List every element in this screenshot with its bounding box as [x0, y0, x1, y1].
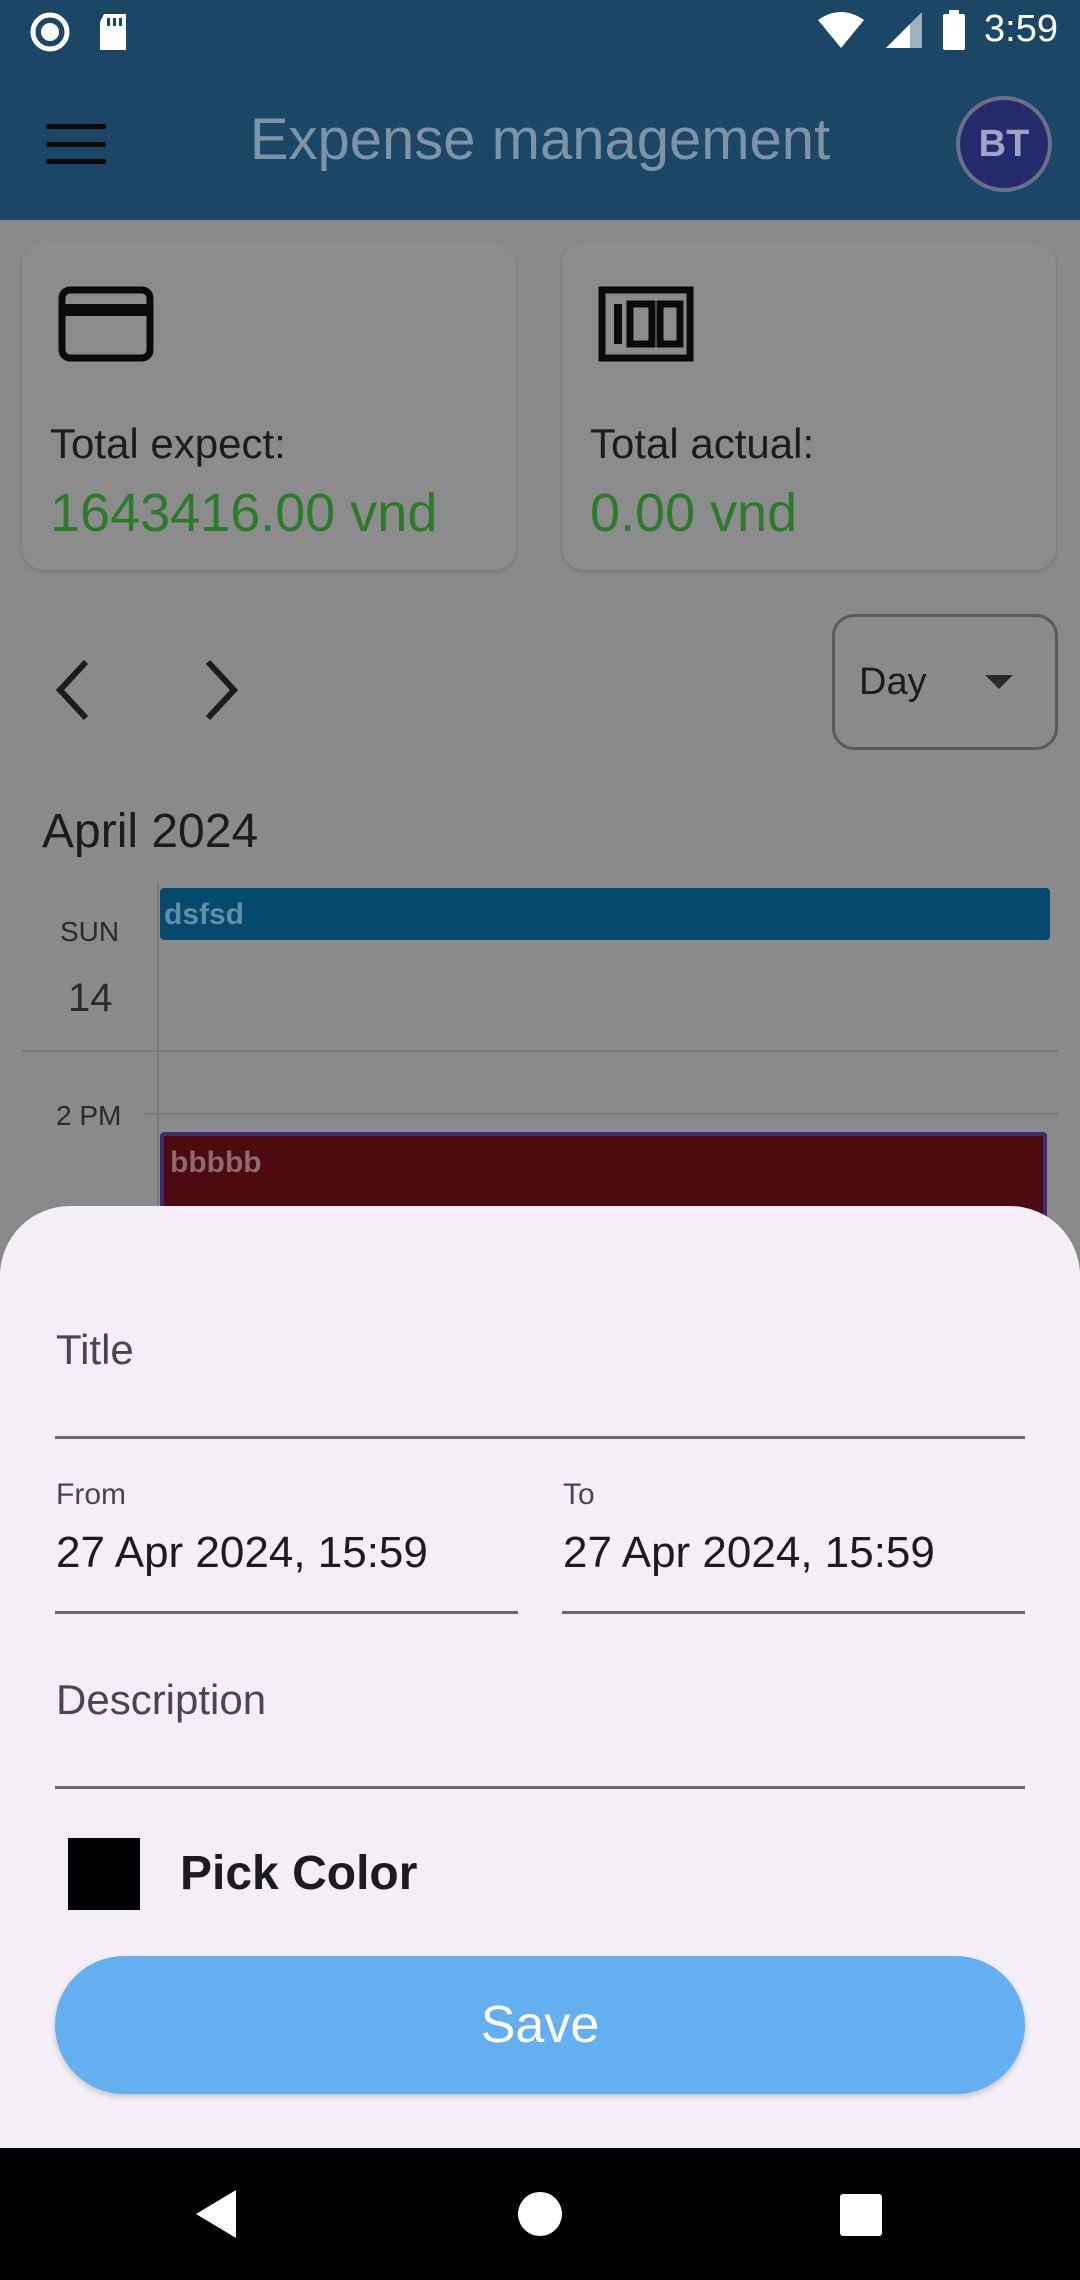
- total-actual-value: 0.00 vnd: [590, 483, 798, 543]
- month-label: April 2024: [42, 805, 259, 858]
- calendar-divider: [157, 882, 159, 1212]
- calendar-row-divider: [22, 1050, 1058, 1052]
- calendar-event[interactable]: dsfsd: [160, 888, 1050, 940]
- clock: 3:59: [984, 8, 1058, 50]
- from-field[interactable]: 27 Apr 2024, 15:59: [56, 1528, 428, 1578]
- day-name: SUN: [60, 916, 120, 947]
- color-swatch[interactable]: [68, 1838, 140, 1910]
- home-icon[interactable]: [518, 2192, 562, 2236]
- description-field[interactable]: Description: [56, 1676, 266, 1724]
- hundred-icon: [598, 286, 694, 362]
- system-nav-bar: [0, 2148, 1080, 2280]
- chevron-right-icon[interactable]: [190, 650, 250, 730]
- total-actual-label: Total actual:: [590, 420, 815, 467]
- hour-gridline: [144, 1113, 1058, 1115]
- avatar[interactable]: BT: [956, 96, 1052, 192]
- title-field[interactable]: Title: [56, 1326, 134, 1374]
- recents-icon[interactable]: [840, 2194, 882, 2236]
- add-event-sheet: Title From 27 Apr 2024, 15:59 To 27 Apr …: [0, 1206, 1080, 2148]
- total-actual-card: Total actual: 0.00 vnd: [562, 242, 1056, 570]
- day-number: 14: [68, 976, 113, 1020]
- time-label: 2 PM: [56, 1100, 122, 1131]
- page-title: Expense management: [249, 107, 831, 172]
- total-expect-label: Total expect:: [50, 420, 286, 467]
- chevron-left-icon[interactable]: [44, 650, 104, 730]
- title-underline: [55, 1436, 1025, 1439]
- total-expect-card: Total expect: 1643416.00 vnd: [22, 242, 516, 570]
- view-mode-select[interactable]: Day: [832, 614, 1058, 750]
- battery-icon: [943, 9, 966, 50]
- to-underline: [562, 1611, 1025, 1614]
- credit-card-icon: [58, 286, 154, 362]
- event-title: bbbbb: [170, 1146, 262, 1179]
- from-label: From: [56, 1478, 126, 1511]
- caret-down-icon: [985, 675, 1013, 689]
- from-underline: [55, 1611, 518, 1614]
- view-mode-value: Day: [859, 661, 927, 703]
- event-title: dsfsd: [164, 898, 245, 931]
- record-icon: [30, 12, 70, 52]
- to-label: To: [563, 1478, 595, 1511]
- signal-icon: [886, 11, 923, 48]
- pick-color-button[interactable]: Pick Color: [180, 1846, 417, 1901]
- description-underline: [55, 1786, 1025, 1789]
- sd-card-icon: [100, 14, 126, 50]
- to-field[interactable]: 27 Apr 2024, 15:59: [563, 1528, 935, 1578]
- status-bar: 3:59: [0, 0, 1080, 66]
- app-bar: Expense management BT: [0, 66, 1080, 220]
- wifi-icon: [818, 11, 865, 48]
- save-button[interactable]: Save: [55, 1956, 1025, 2094]
- back-icon[interactable]: [196, 2190, 236, 2238]
- total-expect-value: 1643416.00 vnd: [50, 483, 438, 543]
